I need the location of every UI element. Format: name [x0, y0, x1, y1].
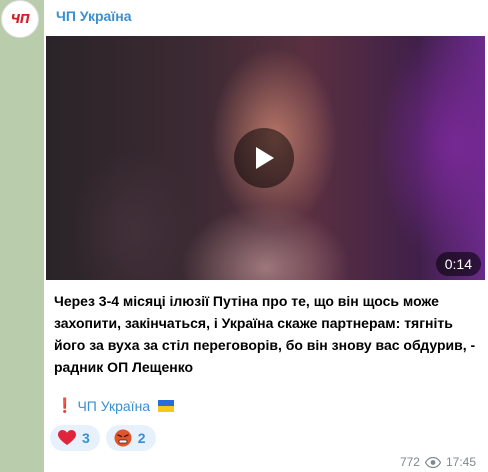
avatar-text: ЧП: [10, 12, 30, 26]
eye-icon: [424, 456, 441, 468]
reaction-count: 2: [137, 430, 146, 446]
channel-name[interactable]: ЧП Україна: [56, 8, 132, 24]
reaction-angry[interactable]: 2: [105, 425, 156, 451]
message-text: Через 3-4 місяці ілюзії Путіна про те, щ…: [54, 293, 476, 375]
reaction-heart[interactable]: 3: [50, 425, 100, 451]
message-time: 17:45: [445, 455, 476, 469]
message-meta: 772 17:45: [400, 455, 476, 469]
play-button[interactable]: [234, 128, 294, 188]
video-media[interactable]: 0:14: [46, 36, 485, 280]
view-count: 772: [399, 455, 420, 469]
channel-avatar[interactable]: ЧП: [1, 0, 39, 38]
heart-icon: [58, 430, 76, 445]
message-bubble: ЧП Україна 0:14 Через 3-4 місяці ілюзії …: [44, 0, 488, 472]
angry-face-icon: [114, 429, 132, 447]
signature-label[interactable]: ЧП Україна: [77, 398, 150, 414]
ukraine-flag-icon: [158, 399, 175, 412]
exclamation-icon: ❗: [56, 397, 74, 413]
play-icon: [256, 147, 274, 169]
video-duration: 0:14: [435, 252, 481, 276]
reactions-bar: 3 2: [50, 425, 156, 451]
channel-signature[interactable]: ❗ ЧП Україна: [56, 397, 175, 414]
reaction-count: 3: [82, 430, 90, 446]
